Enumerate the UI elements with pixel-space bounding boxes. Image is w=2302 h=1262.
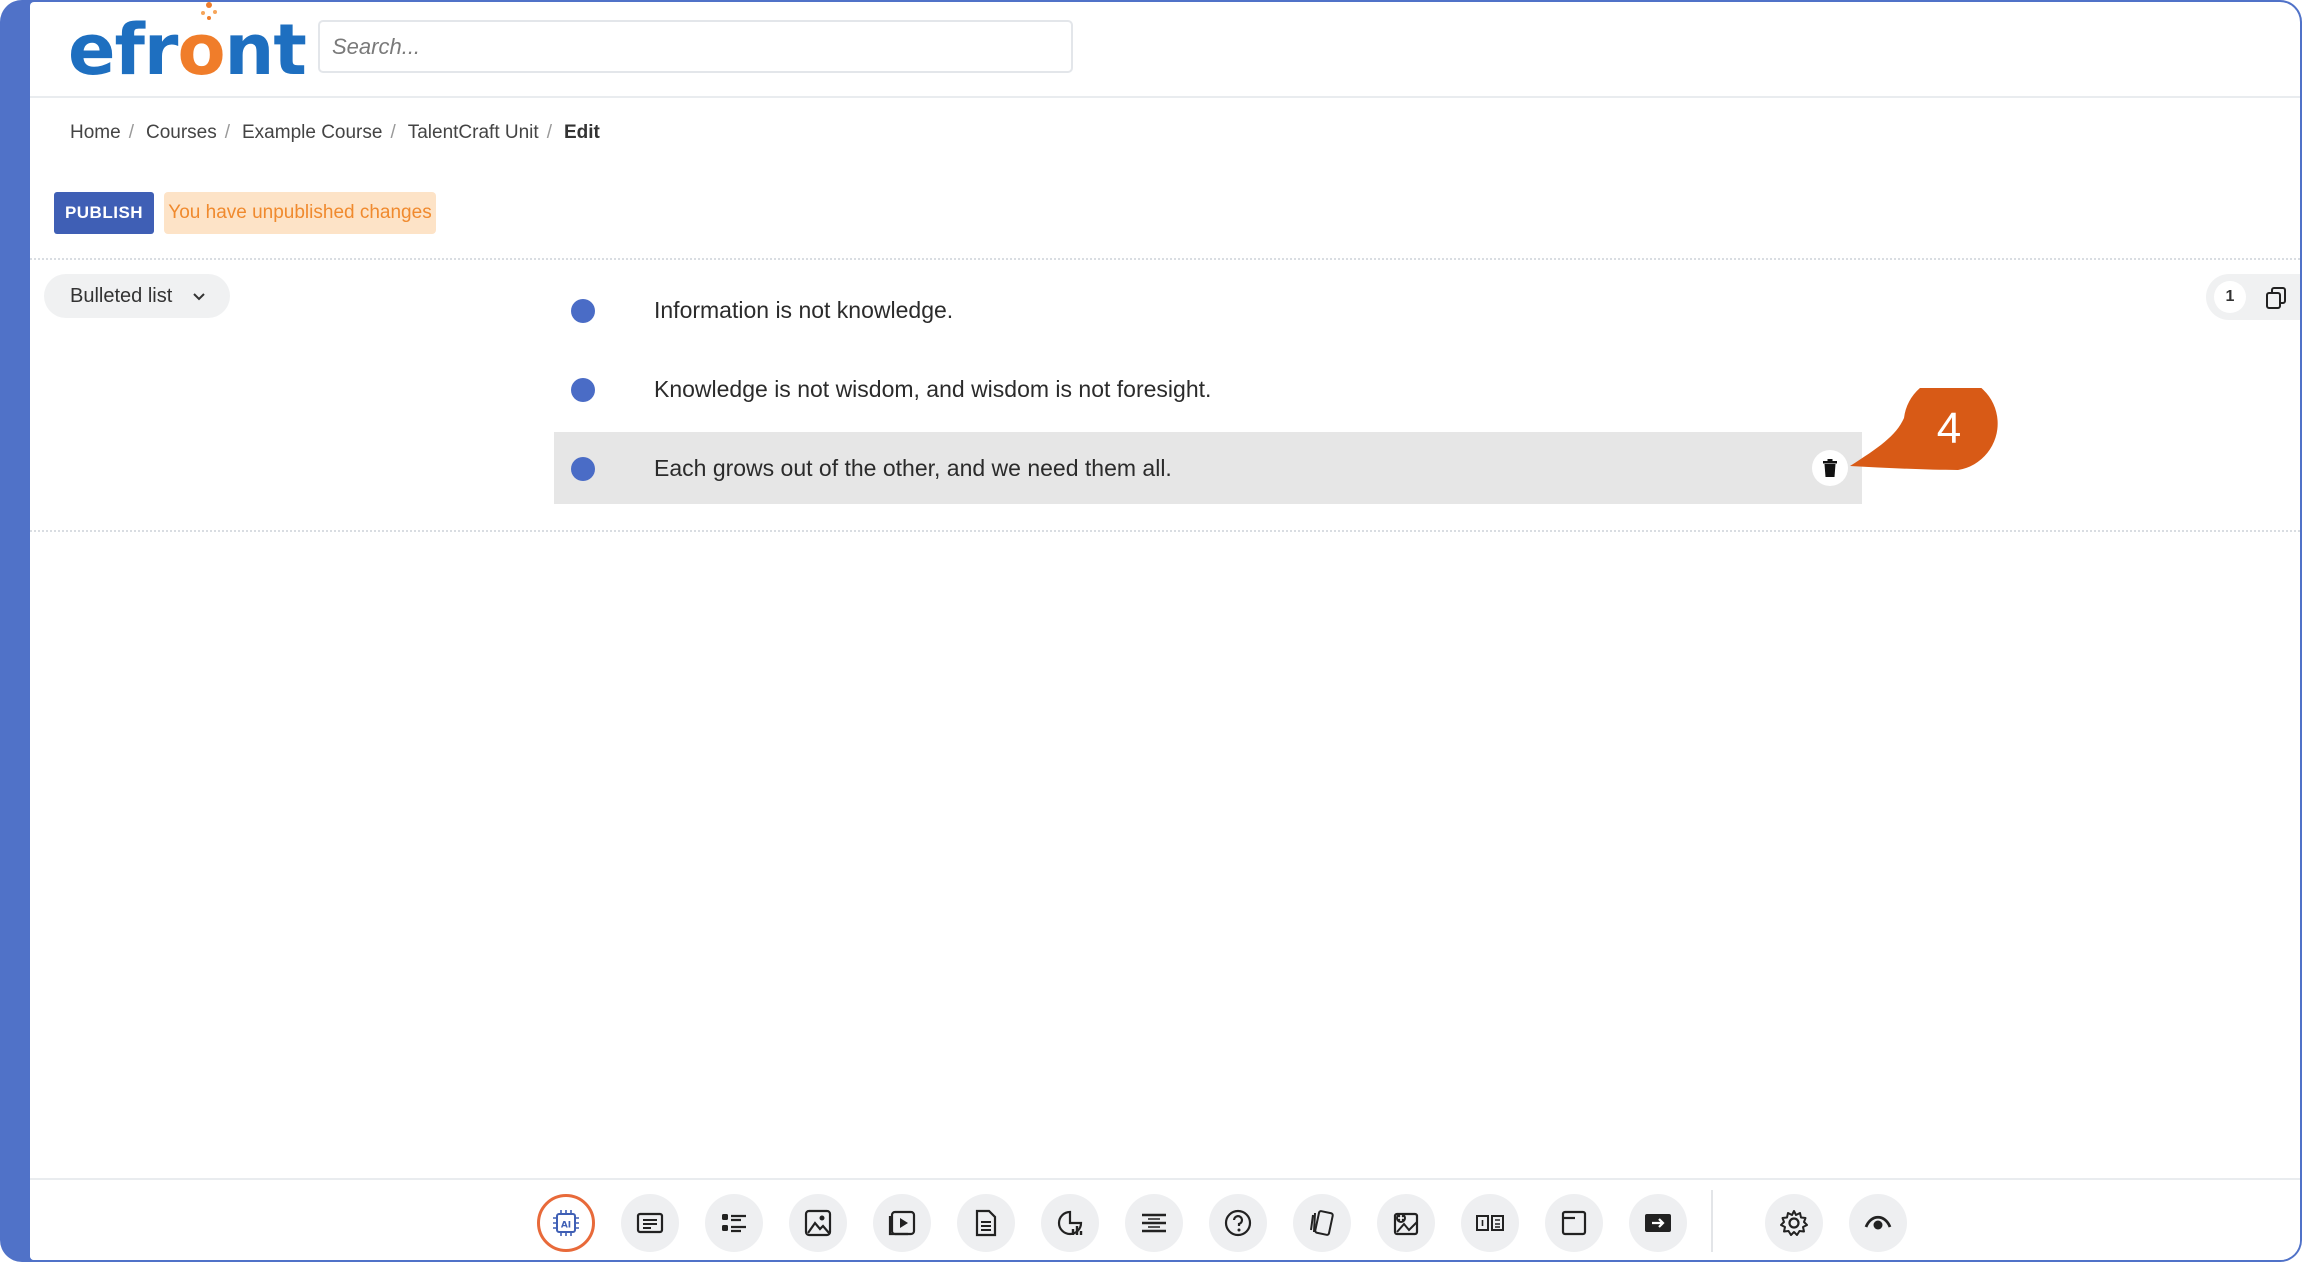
bulleted-list-icon [722, 1214, 746, 1233]
breadcrumb-separator: / [390, 122, 396, 143]
list-item-text[interactable]: Knowledge is not wisdom, and wisdom is n… [654, 353, 1211, 425]
logo-text-prefix: efr [68, 9, 178, 91]
app-window: efront Home / Courses / Example Course /… [30, 2, 2300, 1260]
chart-icon [1057, 1210, 1083, 1236]
block-actions-pill: 1 [2206, 274, 2300, 320]
breadcrumb-home[interactable]: Home [70, 122, 121, 144]
image-hotspot-icon [1393, 1212, 1419, 1236]
publish-button[interactable]: PUBLISH [54, 192, 154, 234]
document-button[interactable] [957, 1194, 1015, 1252]
text-icon [636, 1212, 664, 1234]
page-number-badge[interactable]: 1 [2214, 281, 2246, 313]
list-item[interactable]: Knowledge is not wisdom, and wisdom is n… [554, 353, 1862, 425]
breadcrumb-unit[interactable]: TalentCraft Unit [408, 122, 539, 144]
ai-button[interactable]: AI [537, 1194, 595, 1252]
logo-o-letter: o [177, 9, 225, 91]
list-item[interactable]: Information is not knowledge. [554, 274, 1862, 346]
chart-button[interactable] [1041, 1194, 1099, 1252]
settings-button[interactable] [1765, 1194, 1823, 1252]
breadcrumb: Home / Courses / Example Course / Talent… [70, 118, 600, 148]
flashcards-button[interactable] [1293, 1194, 1351, 1252]
svg-text:AI: AI [561, 1221, 571, 1231]
embed-button[interactable] [1629, 1194, 1687, 1252]
breadcrumb-example-course[interactable]: Example Course [242, 122, 382, 144]
window-frame: efront Home / Courses / Example Course /… [0, 0, 2302, 1262]
document-icon [975, 1209, 997, 1237]
step-callout-number: 4 [1936, 404, 1962, 453]
chevron-down-icon [193, 293, 205, 301]
top-header: efro nt [30, 2, 2300, 98]
bullet-icon [571, 299, 595, 323]
breadcrumb-courses[interactable]: Courses [146, 122, 217, 144]
window-button[interactable] [1545, 1194, 1603, 1252]
flashcards-icon [1310, 1210, 1334, 1236]
columns-icon [1476, 1215, 1504, 1231]
lines-icon [1142, 1213, 1166, 1233]
block-type-label: Bulleted list [70, 285, 173, 307]
search-input[interactable] [318, 20, 1073, 73]
toolbar-separator [1711, 1190, 1713, 1252]
logo-text-suffix: nt [224, 9, 307, 91]
ai-icon: AI [553, 1210, 579, 1236]
unpublished-changes-badge: You have unpublished changes [164, 192, 436, 234]
columns-button[interactable] [1461, 1194, 1519, 1252]
block-type-select[interactable]: Bulleted list [44, 274, 230, 318]
copy-icon[interactable] [2264, 286, 2288, 310]
image-button[interactable] [789, 1194, 847, 1252]
embed-icon [1645, 1214, 1671, 1232]
question-button[interactable] [1209, 1194, 1267, 1252]
bottom-toolbar: AI [30, 1178, 2300, 1260]
breadcrumb-separator: / [128, 122, 134, 143]
delete-item-button[interactable] [1812, 450, 1848, 486]
video-button[interactable] [873, 1194, 931, 1252]
question-icon [1224, 1209, 1252, 1237]
bulleted-list-button[interactable] [705, 1194, 763, 1252]
window-icon [1561, 1210, 1587, 1236]
lines-button[interactable] [1125, 1194, 1183, 1252]
logo-spark-icon [201, 2, 218, 20]
efront-logo[interactable]: efro nt [68, 2, 307, 91]
breadcrumb-separator: / [546, 122, 552, 143]
list-item-active[interactable]: Each grows out of the other, and we need… [554, 432, 1862, 504]
block-divider-top [30, 258, 2300, 260]
video-icon [888, 1210, 916, 1236]
image-hotspot-button[interactable] [1377, 1194, 1435, 1252]
block-divider-bottom [30, 530, 2300, 532]
breadcrumb-current: Edit [563, 122, 600, 143]
logo-text-o: o [177, 2, 226, 91]
bullet-icon [571, 378, 595, 402]
settings-icon [1780, 1210, 1808, 1236]
text-block-button[interactable] [621, 1194, 679, 1252]
image-icon [804, 1209, 832, 1237]
preview-icon [1864, 1215, 1892, 1230]
trash-icon [1823, 459, 1837, 477]
list-item-text[interactable]: Information is not knowledge. [654, 274, 953, 346]
bullet-icon [571, 457, 595, 481]
list-item-text[interactable]: Each grows out of the other, and we need… [654, 432, 1172, 504]
breadcrumb-separator: / [224, 122, 230, 143]
preview-button[interactable] [1849, 1194, 1907, 1252]
